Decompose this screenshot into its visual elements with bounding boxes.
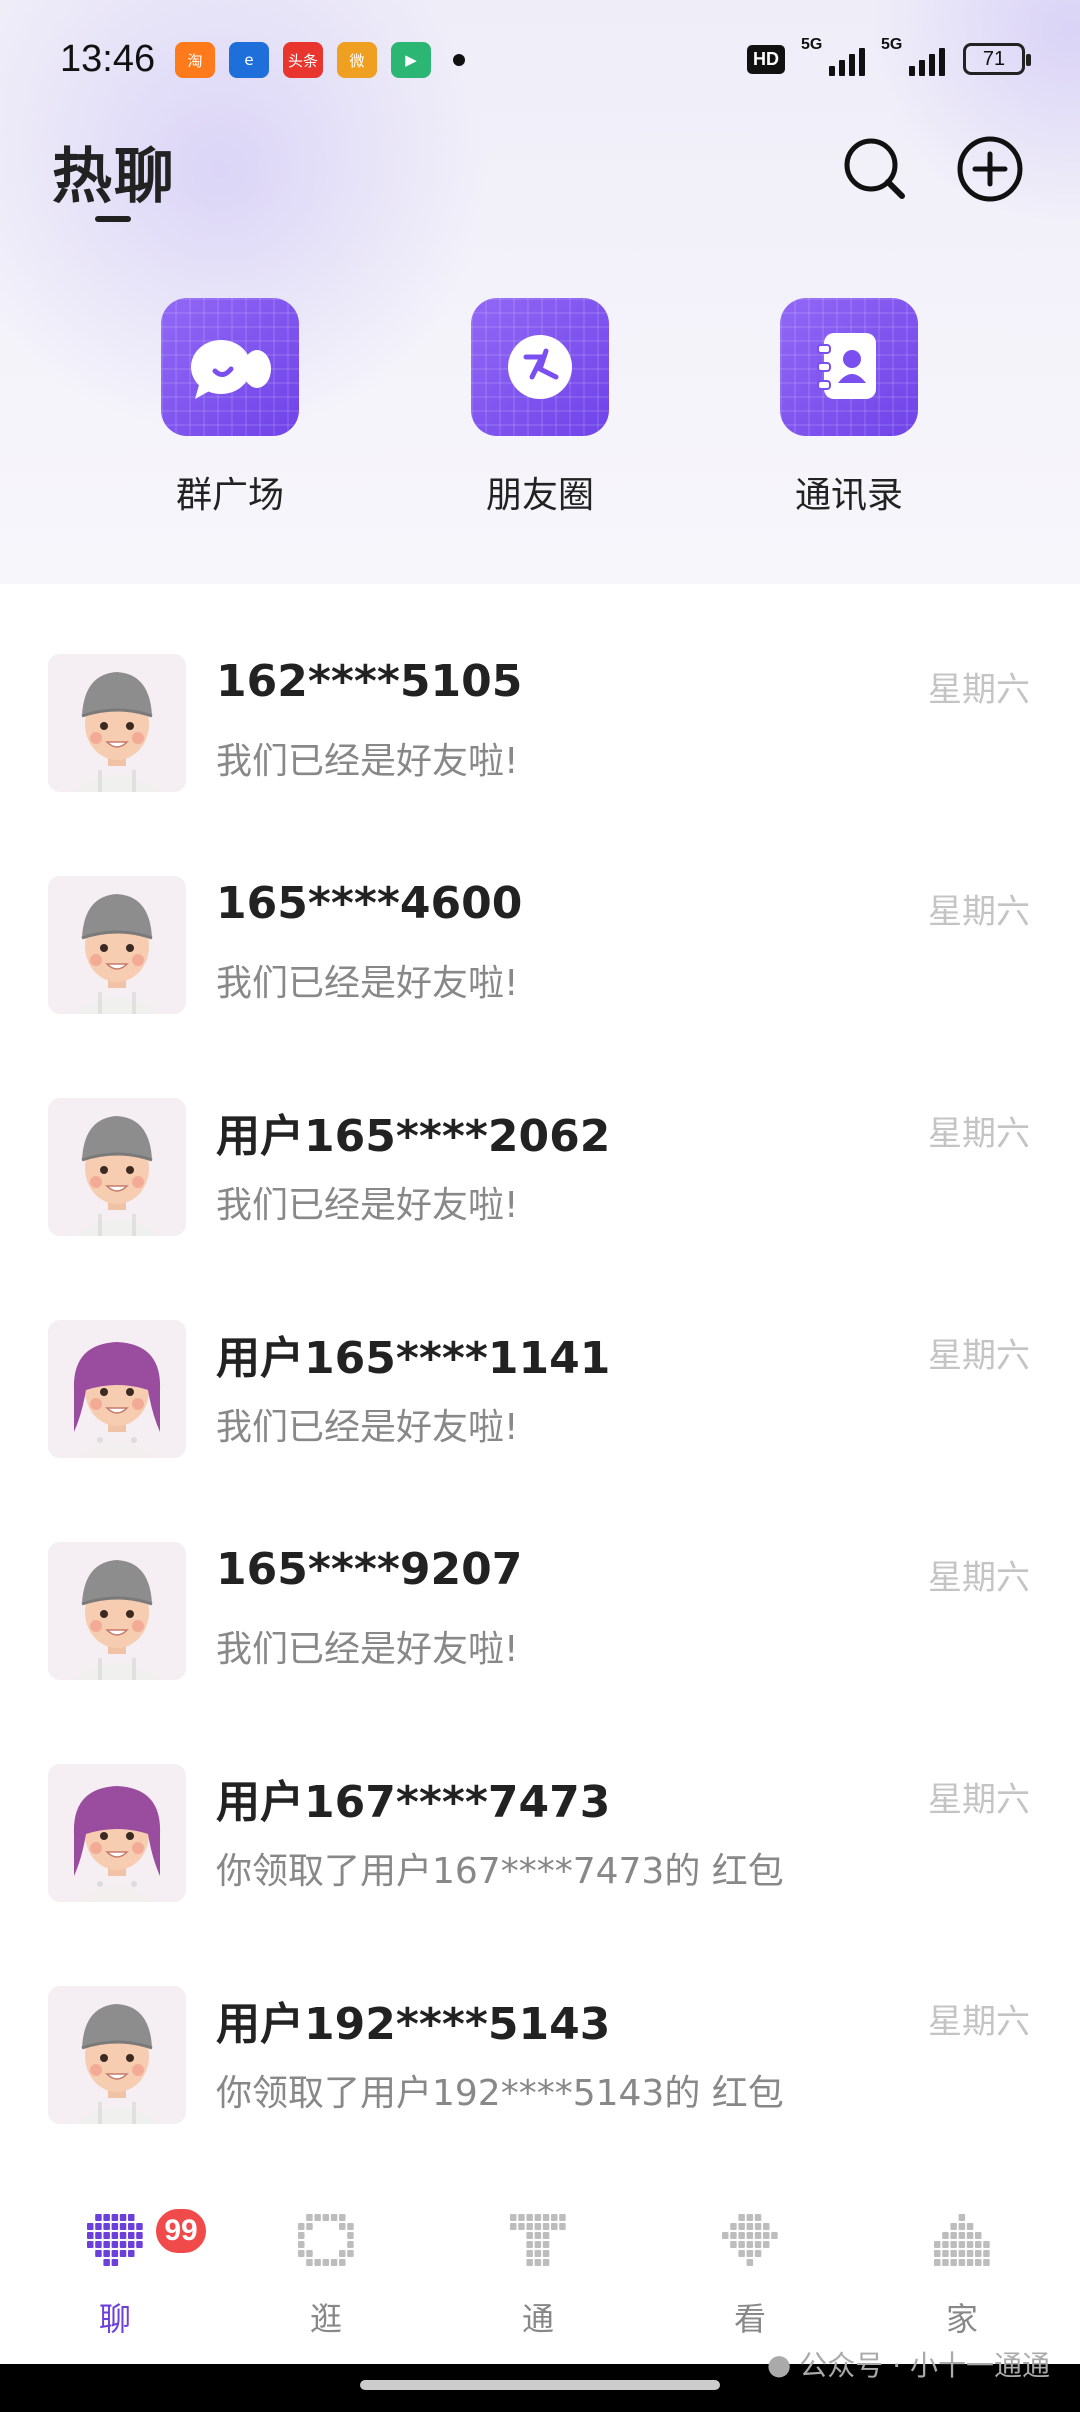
chat-timestamp: 星期六	[928, 1114, 1030, 1154]
video-app-icon: ▶	[391, 42, 431, 78]
avatar[interactable]	[48, 1320, 186, 1458]
telecom-icon: e	[229, 42, 269, 78]
chat-list-item[interactable]: 用户165****2062 我们已经是好友啦! 星期六	[0, 1098, 1080, 1320]
chat-preview: 我们已经是好友啦!	[216, 741, 519, 782]
chat-name: 用户165****2062	[216, 1111, 611, 1162]
nav-tab-watch[interactable]: 看	[680, 2208, 820, 2340]
nav-tab-label: 聊	[98, 2300, 131, 2338]
title-underline	[95, 216, 131, 222]
weibo-icon: 微	[337, 42, 377, 78]
chat-name: 用户165****1141	[216, 1333, 611, 1384]
avatar[interactable]	[48, 1986, 186, 2124]
moments-tile	[471, 298, 609, 436]
chat-list-item[interactable]: 用户167****7473 你领取了用户167****7473的 红包 星期六	[0, 1764, 1080, 1986]
status-time: 13:46	[60, 38, 156, 80]
chat-list-item[interactable]: 我们已经是好友啦!	[0, 584, 1080, 654]
chat-preview: 我们已经是好友啦!	[216, 1185, 519, 1226]
chat-name: 用户167****7473	[216, 1777, 611, 1828]
taobao-icon: 淘	[175, 42, 215, 78]
group-square-shortcut[interactable]: 群广场	[130, 298, 330, 518]
moments-label: 朋友圈	[485, 475, 594, 516]
chat-timestamp: 星期六	[928, 2002, 1030, 2042]
group-square-tile	[161, 298, 299, 436]
signal-icon-1: 5G	[801, 36, 865, 76]
chat-timestamp: 星期六	[928, 1336, 1030, 1376]
watermark: ● 公众号 · 小十一通通	[766, 2347, 1050, 2383]
browse-tab-icon	[294, 2208, 358, 2272]
chat-list-item[interactable]: 162****5105 我们已经是好友啦! 星期六	[0, 654, 1080, 876]
watch-tab-icon	[718, 2208, 782, 2272]
signal-icon-2: 5G	[881, 36, 945, 76]
chat-name: 用户192****5143	[216, 1999, 611, 2050]
home-tab-icon	[930, 2208, 994, 2272]
avatar[interactable]	[48, 654, 186, 792]
add-button[interactable]	[955, 134, 1025, 204]
nav-tab-chat[interactable]: 99 聊	[45, 2206, 209, 2340]
home-indicator[interactable]	[360, 2380, 720, 2390]
chat-name: 162****5105	[216, 656, 523, 707]
nav-tab-label: 通	[521, 2300, 554, 2338]
toutiao-icon: 头条	[283, 42, 323, 78]
nav-tab-label: 看	[733, 2300, 766, 2338]
notification-icons: 淘 e 头条微 ▶	[175, 42, 465, 78]
pinwheel-icon	[508, 335, 572, 399]
contacts-label: 通讯录	[794, 475, 903, 516]
battery-icon: 71	[963, 43, 1031, 75]
chat-timestamp: 星期六	[928, 892, 1030, 932]
chat-preview: 我们已经是好友啦!	[216, 1629, 519, 1670]
unread-badge: 99	[153, 2206, 209, 2256]
chat-list-item[interactable]: 165****9207 我们已经是好友啦! 星期六	[0, 1542, 1080, 1764]
bottom-navigation: 99 聊 逛 通 看 家	[0, 2188, 1080, 2364]
nav-tab-home[interactable]: 家	[892, 2208, 1032, 2340]
hd-voice-icon: HD	[747, 44, 785, 74]
chat-preview: 我们已经是好友啦!	[216, 1407, 519, 1448]
avatar[interactable]	[48, 1764, 186, 1902]
avatar[interactable]	[48, 1542, 186, 1680]
contacts-shortcut[interactable]: 通讯录	[749, 298, 949, 518]
chat-timestamp: 星期六	[928, 670, 1030, 710]
chat-timestamp: 星期六	[928, 1558, 1030, 1598]
contacts-tile	[780, 298, 918, 436]
group-square-label: 群广场	[175, 475, 284, 516]
chat-bubble-icon	[191, 340, 271, 399]
page-title: 热聊	[52, 142, 176, 212]
system-icons: HD 5G 5G 71	[747, 36, 1031, 76]
chat-list-item[interactable]: 165****4600 我们已经是好友啦! 星期六	[0, 876, 1080, 1098]
chat-name: 165****4600	[216, 878, 523, 929]
plus-circle-icon	[957, 136, 1023, 202]
wechat-icon: ●	[766, 2347, 792, 2381]
chat-list[interactable]: 我们已经是好友啦!162****5105我们已经是好友啦!星期六165****4…	[0, 584, 1080, 2188]
nav-tab-label: 家	[945, 2300, 978, 2338]
chat-list-item[interactable]: 用户165****1141 我们已经是好友啦! 星期六	[0, 1320, 1080, 1542]
chat-list-item[interactable]: 用户192****5143 你领取了用户192****5143的 红包 星期六	[0, 1986, 1080, 2188]
connect-tab-icon	[506, 2208, 570, 2272]
chat-name: 165****9207	[216, 1544, 523, 1595]
chat-tab-icon: 99	[83, 2206, 209, 2272]
chat-preview: 你领取了用户167****7473的 红包	[216, 1851, 784, 1892]
chat-preview: 我们已经是好友啦!	[216, 963, 519, 1004]
nav-tab-connect[interactable]: 通	[468, 2208, 608, 2340]
nav-tab-browse[interactable]: 逛	[256, 2208, 396, 2340]
nav-tab-label: 逛	[309, 2300, 342, 2338]
avatar[interactable]	[48, 1098, 186, 1236]
moments-shortcut[interactable]: 朋友圈	[440, 298, 640, 518]
status-bar: 13:46 淘 e 头条微 ▶ HD 5G 5G 71	[0, 0, 1080, 120]
chat-timestamp: 星期六	[928, 1780, 1030, 1820]
address-book-icon	[817, 333, 876, 399]
chat-preview: 你领取了用户192****5143的 红包	[216, 2073, 784, 2114]
search-button[interactable]	[840, 134, 910, 204]
search-icon	[844, 138, 905, 199]
avatar[interactable]	[48, 876, 186, 1014]
more-notifications-dot	[453, 54, 465, 66]
